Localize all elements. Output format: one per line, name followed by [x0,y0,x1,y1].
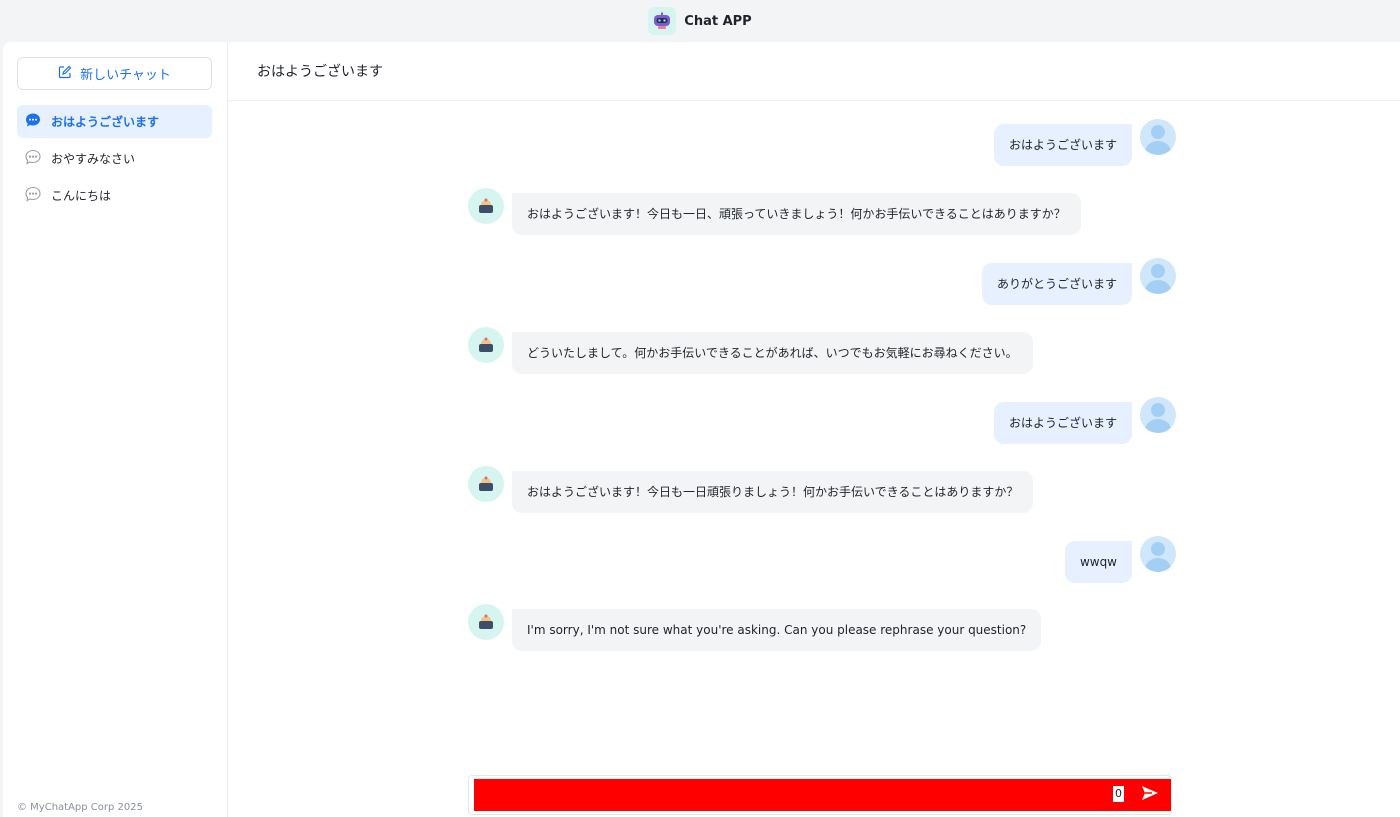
message-list: おはようございます おはようございます！今日も一日、頑張っていきましょう！何かお… [228,101,1400,761]
chat-bubble-icon [25,149,41,168]
send-arrow-icon [1141,785,1159,805]
conversation-list: おはようございます おやすみなさい こんにちは [17,105,212,216]
send-button[interactable] [1139,784,1161,806]
bot-message: おはようございます！今日も一日、頑張っていきましょう！何かお手伝いできることはあ… [468,188,1081,235]
message-bubble: どういたしまして。何かお手伝いできることがあれば、いつでもお気軽にお尋ねください… [512,332,1033,374]
user-avatar-icon [1140,397,1176,433]
app-title: Chat APP [684,13,752,29]
char-count: 0 [1113,786,1124,802]
message-input[interactable] [474,779,1171,811]
bot-message: I'm sorry, I'm not sure what you're aski… [468,604,1042,651]
message-composer: 0 [468,775,1172,815]
new-chat-button[interactable]: 新しいチャット [17,57,212,90]
user-message: ありがとうございます [981,258,1176,305]
conversation-item-ohayou[interactable]: おはようございます [17,105,212,138]
conversation-label: こんにちは [51,189,112,203]
bot-avatar-icon [468,604,504,640]
conversation-item-konnichiwa[interactable]: こんにちは [17,179,212,212]
message-bubble: おはようございます [993,402,1132,444]
conversation-label: おはようございます [51,115,160,129]
message-bubble: おはようございます！今日も一日頑張りましょう！何かお手伝いできることはありますか… [512,471,1034,513]
user-avatar-icon [1140,119,1176,155]
user-avatar-icon [1140,536,1176,572]
chat-panel: おはようございます おはようございます おはようございます！今日も一日、頑張って… [228,42,1400,817]
new-chat-label: 新しいチャット [80,68,171,83]
message-bubble: おはようございます！今日も一日、頑張っていきましょう！何かお手伝いできることはあ… [512,193,1081,235]
user-message: wwqw [1064,536,1176,583]
bot-message: どういたしまして。何かお手伝いできることがあれば、いつでもお気軽にお尋ねください… [468,327,1033,374]
message-bubble: おはようございます [993,124,1132,166]
bot-avatar-icon [468,466,504,502]
chat-bubble-icon [25,112,41,131]
chat-bubble-icon [25,186,41,205]
conversation-label: おやすみなさい [51,152,136,166]
message-bubble: I'm sorry, I'm not sure what you're aski… [512,609,1042,651]
user-message: おはようございます [993,119,1176,166]
message-bubble: ありがとうございます [981,263,1132,305]
user-avatar-icon [1140,258,1176,294]
message-bubble: wwqw [1064,541,1132,583]
bot-avatar-icon [468,327,504,363]
chat-title: おはようございます [228,42,1400,101]
robot-icon [648,7,677,35]
sidebar: 新しいチャット おはようございます おやすみなさい こんにちは © MyChat… [3,42,228,817]
copyright: © MyChatApp Corp 2025 [17,802,143,813]
bot-message: おはようございます！今日も一日頑張りましょう！何かお手伝いできることはありますか… [468,466,1034,513]
edit-icon [58,65,72,83]
app-header: Chat APP [0,0,1400,42]
user-message: おはようございます [993,397,1176,444]
conversation-item-oyasumi[interactable]: おやすみなさい [17,142,212,175]
bot-avatar-icon [468,188,504,224]
